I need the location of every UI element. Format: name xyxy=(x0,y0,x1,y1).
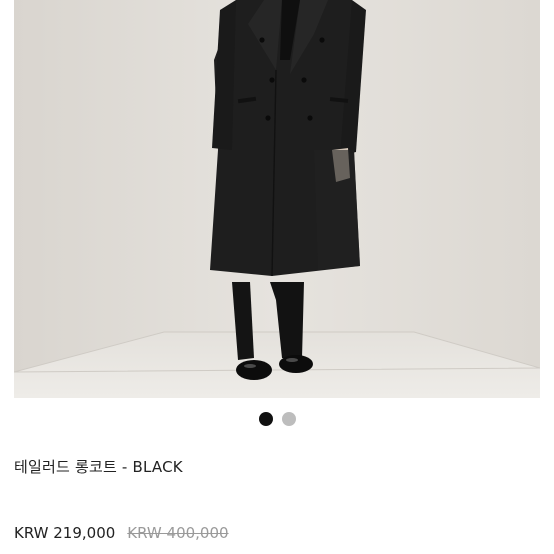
carousel-dot-1[interactable] xyxy=(258,412,273,426)
product-page: 테일러드 롱코트 - BLACK KRW 219,000 KRW 400,000 xyxy=(0,0,554,554)
price-original: KRW 400,000 xyxy=(127,524,229,542)
price-row: KRW 219,000 KRW 400,000 xyxy=(14,524,229,542)
product-image[interactable] xyxy=(14,0,540,398)
coat-photo-illustration xyxy=(14,0,540,398)
product-title: 테일러드 롱코트 - BLACK xyxy=(14,458,183,476)
price-current: KRW 219,000 xyxy=(14,524,116,542)
carousel-dot-2[interactable] xyxy=(281,412,296,426)
carousel-dots xyxy=(0,412,554,426)
